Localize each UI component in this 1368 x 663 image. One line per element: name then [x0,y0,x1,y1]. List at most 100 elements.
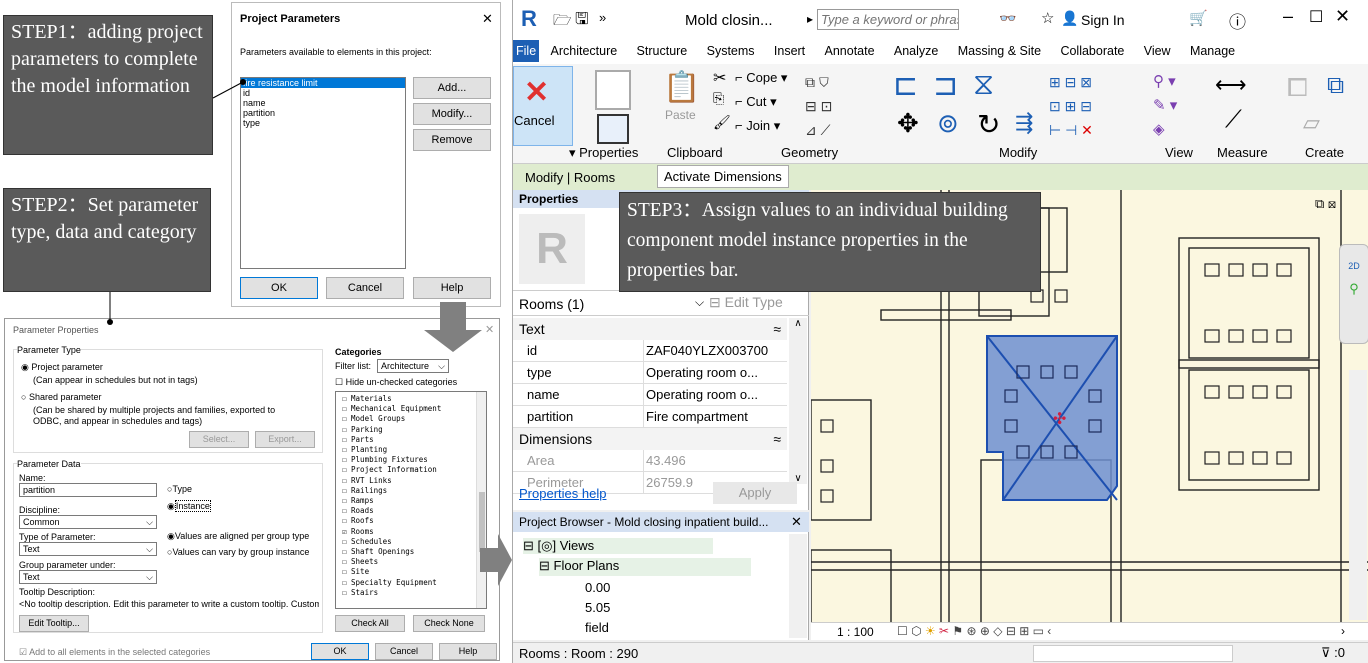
panel-properties[interactable]: ▾ Properties [569,145,638,161]
property-row[interactable]: name Operating room o... [513,384,787,406]
close-icon[interactable]: ✕ [1335,6,1350,27]
cope-button[interactable]: ⌐ Cope ▾ [735,70,787,86]
help-icon[interactable]: ⓘ [1229,8,1246,33]
open-icon[interactable]: 🗁 [553,10,572,35]
cut-icon[interactable]: ✂ [713,68,726,88]
zoom-icon[interactable]: ⚲ [1340,281,1368,297]
tree-item[interactable]: 5.05 [585,600,610,615]
tab-file[interactable]: File [513,40,540,62]
tree-views[interactable]: ⊟ [◎] Views [523,538,713,554]
view-icons[interactable]: ⚲ ▾ ✎ ▾ ◈ [1153,70,1177,142]
mirror-icon[interactable]: ⧖ [973,68,994,102]
nav-bar[interactable]: 2D ⚲ [1339,244,1368,344]
tree-item[interactable]: 0.00 [585,580,610,595]
trim-icon[interactable]: ⇶ [1015,110,1033,136]
user-icon[interactable]: 👤 [1061,10,1078,27]
apply-button[interactable]: Apply [713,482,797,504]
chevron-right-icon: ▸ [807,12,814,26]
tab-collaborate[interactable]: Collaborate [1052,40,1132,62]
checkbox-label: Activate Dimensions [664,169,782,184]
create-parts-icon[interactable]: ⧉ [1327,72,1344,100]
activate-dimensions-checkbox[interactable]: Activate Dimensions [657,165,789,188]
chevron-down-icon[interactable]: ⌵ [695,295,704,310]
tab-architecture[interactable]: Architecture [543,40,626,62]
type-properties-icon[interactable] [595,70,631,110]
revit-logo[interactable]: R [521,6,537,32]
property-row[interactable]: id ZAF040YLZX003700 [513,340,787,362]
dimension-icon[interactable]: ⟋ [1225,106,1242,134]
status-field[interactable] [1033,645,1233,662]
sign-in-link[interactable]: Sign In [1081,12,1125,28]
section-dims-header[interactable]: Dimensions ≈ [513,428,787,450]
connector-lines [107,79,512,586]
property-value[interactable]: Operating room o... [643,384,771,405]
filter-icon[interactable]: ⊽ :0 [1321,645,1345,661]
star-icon[interactable]: ☆ [1041,9,1054,27]
status-bar: Rooms : Room : 290 ⊽ :0 [513,642,1368,663]
property-value[interactable]: Fire compartment [643,406,771,427]
property-row[interactable]: Area 43.496 [513,450,787,472]
properties-icon[interactable] [597,114,629,144]
maximize-icon[interactable]: ☐ [1309,7,1323,27]
cut-button[interactable]: ⌐ Cut ▾ [735,94,777,110]
scale-label[interactable]: 1 : 100 [837,625,874,639]
tab-structure[interactable]: Structure [629,40,696,62]
copy-elem-icon[interactable]: ⊚ [937,108,959,139]
minimize-icon[interactable]: – [1283,6,1293,27]
geometry-icons[interactable]: ⧉ ⛉ ⊟ ⊡ ⊿ ⟋ [805,70,832,142]
match-icon[interactable]: 🖌 [713,114,731,131]
property-name: name [527,387,560,402]
views-icon: [◎] [537,538,557,553]
search-input[interactable] [817,9,959,30]
tab-massing-site[interactable]: Massing & Site [950,40,1049,62]
collapse-icon[interactable]: ≈ [773,318,781,340]
panel-label: Properties [579,145,639,160]
copy-icon[interactable]: ⎘ [713,90,724,107]
cancel-button[interactable]: ✕ Cancel [513,66,573,146]
property-value[interactable]: Operating room o... [643,362,771,383]
canvas-scrollbar[interactable] [1349,370,1367,620]
panel-clipboard: Clipboard [667,145,723,160]
view-restore-icon[interactable]: ⧉ ⊠ [1315,196,1336,212]
close-icon[interactable]: ✕ [791,514,802,530]
join-button[interactable]: ⌐ Join ▾ [735,118,780,134]
browser-title: Project Browser - Mold closing inpatient… [513,512,809,532]
collapse-icon[interactable]: ≈ [773,428,781,450]
more-icon[interactable]: » [599,10,606,25]
section-text-header[interactable]: Text ≈ [513,318,787,340]
nav-2d-label: 2D [1348,261,1360,271]
rotate-icon[interactable]: ↻ [977,108,1000,141]
property-value[interactable]: ZAF040YLZX003700 [643,340,771,361]
tab-systems[interactable]: Systems [699,40,763,62]
property-row[interactable]: type Operating room o... [513,362,787,384]
tree-floor-plans[interactable]: ⊟ Floor Plans [539,558,751,576]
tab-annotate[interactable]: Annotate [817,40,883,62]
browser-scrollbar[interactable] [789,534,807,638]
save-icon[interactable]: 🖫 [575,8,589,35]
property-name: id [527,343,538,358]
create-group-icon[interactable]: ⧠ [1287,72,1308,104]
modify-small-icons[interactable]: ⊞ ⊟ ⊠ ⊡ ⊞ ⊟ ⊢ ⊣ ✕ [1049,70,1093,142]
edit-type-button[interactable]: ⊟ Edit Type [709,294,783,311]
offset-icon[interactable]: ⊐ [933,68,958,103]
type-selector[interactable]: Rooms (1) ⌵ ⊟ Edit Type [513,290,809,316]
measure-icon[interactable]: ⟷ [1215,72,1247,98]
create-assembly-icon[interactable]: ▱ [1303,110,1320,136]
tree-item[interactable]: field [585,620,609,635]
tab-manage[interactable]: Manage [1182,40,1243,62]
property-row[interactable]: partition Fire compartment [513,406,787,428]
scroll-up-icon[interactable]: ∧ [789,318,807,329]
tab-insert[interactable]: Insert [766,40,813,62]
cart-icon[interactable]: 🛒 [1189,9,1208,27]
move-icon[interactable]: ✥ [897,108,919,139]
properties-help-link[interactable]: Properties help [519,486,606,501]
tab-analyze[interactable]: Analyze [886,40,946,62]
view-control-icons[interactable]: ☐ ⬡ ☀ ✂ ⚑ ⊛ ⊕ ◇ ⊟ ⊞ ▭ ‹ [897,624,1051,638]
step3-callout: STEP3：Assign values to an individual bui… [619,192,1041,292]
paste-icon[interactable]: 📋 [663,70,700,105]
tab-view[interactable]: View [1136,40,1179,62]
scroll-right-icon[interactable]: › [1341,624,1345,638]
binoculars-icon[interactable]: 👓 [999,10,1016,27]
align-icon[interactable]: ⊏ [893,68,918,103]
palette-scrollbar[interactable]: ∧ ∨ [789,318,807,484]
